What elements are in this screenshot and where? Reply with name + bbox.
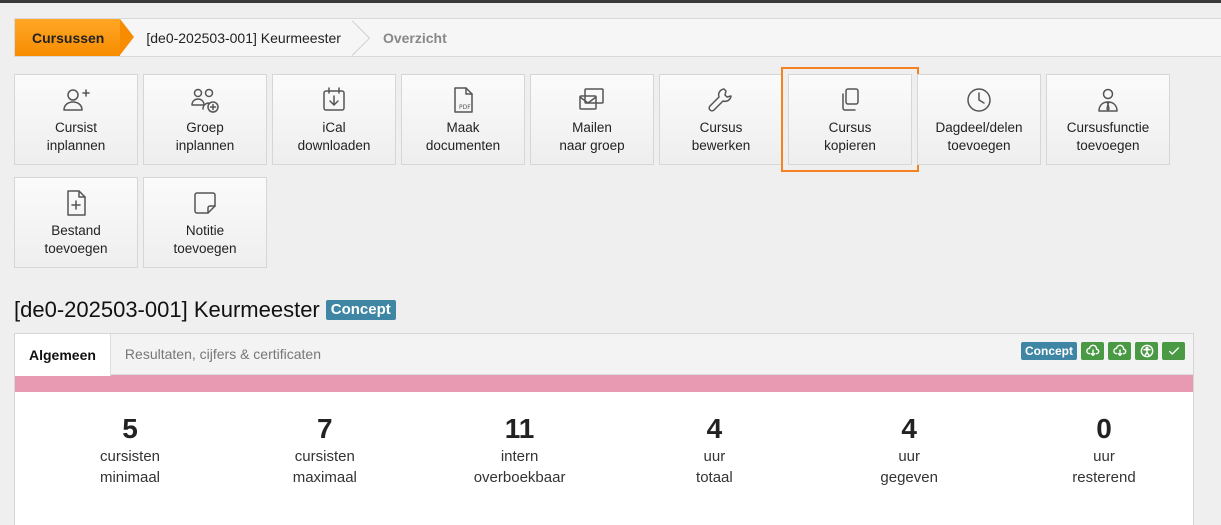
clock-icon [967, 88, 991, 112]
copy-icon [842, 88, 859, 111]
add-daypart-button[interactable]: Dagdeel/delen toevoegen [917, 74, 1041, 165]
add-file-button[interactable]: Bestand toevoegen [14, 177, 138, 268]
stat-value: 0 [1096, 413, 1112, 444]
note-icon [194, 192, 216, 214]
stat-value: 7 [317, 413, 333, 444]
tab-results[interactable]: Resultaten, cijfers & certificaten [111, 334, 335, 374]
tool-label-1: Dagdeel/delen [935, 120, 1023, 135]
stat-value: 5 [122, 413, 138, 444]
tool-label-2: inplannen [175, 138, 235, 153]
tool-label-2: downloaden [297, 138, 371, 153]
tool-label-2: toevoegen [1076, 138, 1140, 153]
stat-label-1: cursisten [294, 448, 355, 465]
window-top-border [0, 0, 1221, 3]
file-plus-icon [67, 190, 86, 216]
accessibility-button[interactable] [1135, 342, 1158, 360]
users-plus-icon [191, 88, 219, 113]
plan-student-button[interactable]: Cursist inplannen [14, 74, 138, 165]
wrench-icon [708, 88, 732, 112]
stat-label-2: totaal [696, 469, 733, 486]
tool-label-1: Cursus [699, 120, 743, 135]
tool-label-1: Cursus [828, 120, 872, 135]
status-badge: Concept [325, 300, 396, 320]
stat-label-1: uur [703, 448, 726, 465]
stat-label-2: minimaal [99, 469, 160, 486]
accessibility-icon [1140, 344, 1153, 358]
tool-label-1: Bestand [51, 223, 101, 238]
tool-label-1: Cursusfunctie [1066, 120, 1150, 135]
edit-course-button[interactable]: Cursus bewerken [659, 74, 783, 165]
breadcrumb-current: Overzicht [382, 29, 447, 46]
page-title: [de0-202503-001] Keurmeester Concept [14, 297, 396, 323]
tool-label-2: kopieren [824, 138, 876, 153]
check-icon [1168, 347, 1179, 355]
tool-label-2: toevoegen [173, 241, 237, 256]
stat-label-1: intern [500, 448, 539, 465]
mail-group-icon [579, 88, 604, 110]
stat-overbookable: 11 intern overboekbaar [465, 412, 575, 488]
pdf-document-icon: PDF [454, 87, 473, 113]
stat-label-1: cursisten [99, 448, 161, 465]
stat-label-1: uur [1093, 448, 1115, 465]
tool-label-1: Groep [186, 120, 224, 135]
cloud-download-button-2[interactable] [1108, 342, 1131, 360]
tool-label-1: Notitie [185, 223, 225, 238]
add-note-button[interactable]: Notitie toevoegen [143, 177, 267, 268]
stat-label-1: uur [898, 448, 921, 465]
mail-group-button[interactable]: Mailen naar groep [530, 74, 654, 165]
stat-hours-given: 4 uur gegeven [854, 412, 964, 488]
tool-label-1: Mailen [572, 120, 612, 135]
copy-course-button[interactable]: Cursus kopieren [781, 67, 919, 172]
tab-general[interactable]: Algemeen [15, 334, 111, 376]
tool-label-2: naar groep [559, 138, 625, 153]
status-color-bar [15, 375, 1193, 392]
tool-label-2: bewerken [691, 138, 751, 153]
ical-download-button[interactable]: iCal downloaden [272, 74, 396, 165]
stat-value: 4 [901, 413, 917, 444]
stat-hours-total: 4 uur totaal [659, 412, 769, 488]
approve-button[interactable] [1162, 342, 1185, 360]
stat-label-2: gegeven [880, 469, 938, 486]
stat-max-students: 7 cursisten maximaal [270, 412, 380, 488]
breadcrumb-home[interactable]: Cursussen [15, 19, 135, 56]
concept-status-badge[interactable]: Concept [1021, 342, 1077, 360]
user-plus-icon [63, 89, 90, 111]
tool-label-2: toevoegen [947, 138, 1011, 153]
tool-label-1: Cursist [54, 120, 97, 135]
cloud-download-icon [1112, 344, 1126, 357]
breadcrumb-course[interactable]: [de0-202503-001] Keurmeester [120, 19, 355, 56]
cloud-download-button-1[interactable] [1081, 342, 1104, 360]
stat-label-2: maximaal [292, 469, 357, 486]
tool-label-2: inplannen [46, 138, 106, 153]
cloud-download-icon [1085, 344, 1099, 357]
course-title: [de0-202503-001] Keurmeester [14, 297, 320, 322]
status-icons: Concept [1021, 342, 1185, 360]
svg-text:PDF: PDF [459, 104, 471, 111]
tool-label-1: iCal [322, 120, 346, 135]
tool-label-2: toevoegen [44, 241, 108, 256]
stat-hours-remaining: 0 uur resterend [1049, 412, 1159, 488]
stat-value: 11 [504, 413, 535, 444]
plan-group-button[interactable]: Groep inplannen [143, 74, 267, 165]
calendar-download-icon [323, 87, 345, 111]
tool-label-2: documenten [425, 138, 501, 153]
stat-label-2: overboekbaar [473, 469, 566, 486]
course-stats: 5 cursisten minimaal 7 cursisten maximaa… [15, 392, 1193, 488]
stat-label-2: resterend [1072, 469, 1136, 486]
breadcrumb: Cursussen [de0-202503-001] Keurmeester O… [14, 18, 1221, 57]
action-toolbar: Cursist inplannen Groep inplannen iCal down… [14, 67, 1194, 268]
tab-bar: Algemeen Resultaten, cijfers & certifica… [15, 334, 1193, 376]
add-course-function-button[interactable]: Cursusfunctie toevoegen [1046, 74, 1170, 165]
tool-label-1: Maak [446, 120, 480, 135]
course-panel: Algemeen Resultaten, cijfers & certifica… [14, 333, 1194, 525]
stat-value: 4 [706, 413, 723, 444]
make-documents-button[interactable]: PDF Maak documenten [401, 74, 525, 165]
user-tie-icon [1098, 88, 1118, 112]
stat-min-students: 5 cursisten minimaal [75, 412, 185, 488]
